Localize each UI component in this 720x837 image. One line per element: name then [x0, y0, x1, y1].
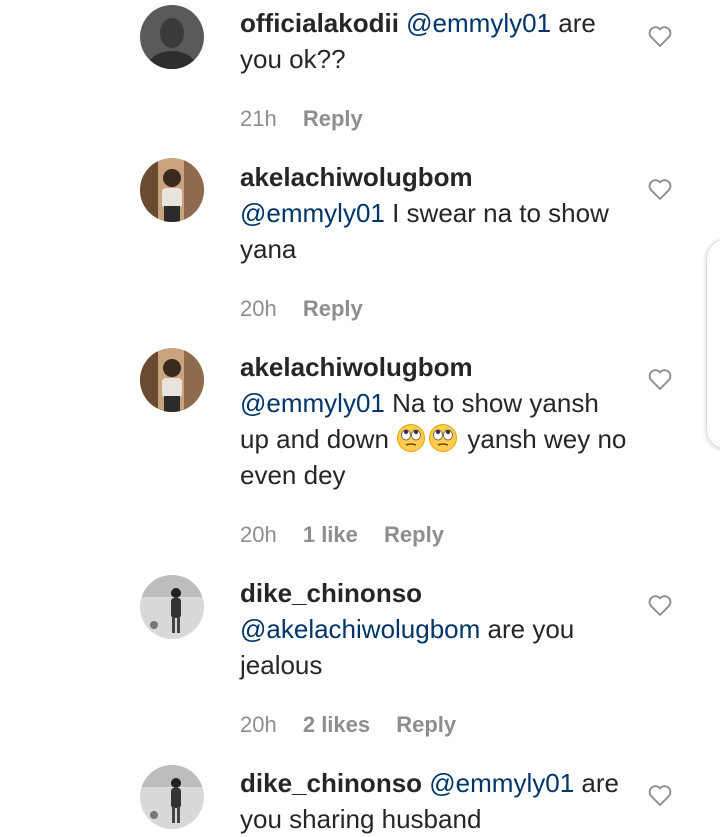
comment-text: akelachiwolugbom @emmyly01 I swear na to…: [240, 159, 630, 267]
reply-button[interactable]: Reply: [303, 106, 363, 131]
comment-mention[interactable]: @emmyly01: [240, 388, 385, 418]
comment-username[interactable]: dike_chinonso: [240, 768, 422, 798]
comment-mention[interactable]: @emmyly01: [240, 198, 385, 228]
avatar[interactable]: [140, 575, 204, 639]
heart-outline-icon[interactable]: [646, 365, 674, 393]
comment-time: 20h: [240, 522, 277, 547]
likes-count[interactable]: 1 like: [303, 522, 358, 547]
comment-mention[interactable]: @emmyly01: [406, 8, 551, 38]
reply-button[interactable]: Reply: [396, 712, 456, 737]
comment-text: dike_chinonso @akelachiwolugbom are you …: [240, 575, 630, 683]
comment-time: 21h: [240, 106, 277, 131]
edge-side-panel[interactable]: [706, 238, 720, 450]
heart-outline-icon[interactable]: [646, 175, 674, 203]
comment-meta: 20h 1 like Reply: [240, 522, 464, 548]
avatar[interactable]: [140, 5, 204, 69]
comment-meta: 20h 2 likes Reply: [240, 712, 476, 738]
avatar[interactable]: [140, 765, 204, 829]
comment-text: dike_chinonso @emmyly01 are you sharing …: [240, 765, 630, 837]
comment-time: 20h: [240, 296, 277, 321]
comment-username[interactable]: akelachiwolugbom: [240, 162, 473, 192]
comment-meta: 21h Reply: [240, 106, 383, 132]
heart-outline-icon[interactable]: [646, 591, 674, 619]
comment-username[interactable]: officialakodii: [240, 8, 399, 38]
comment-mention[interactable]: @akelachiwolugbom: [240, 614, 480, 644]
comment-meta: 20h Reply: [240, 296, 383, 322]
reply-button[interactable]: Reply: [384, 522, 444, 547]
comment-mention[interactable]: @emmyly01: [429, 768, 574, 798]
heart-outline-icon[interactable]: [646, 781, 674, 809]
comment-text: akelachiwolugbom @emmyly01 Na to show ya…: [240, 349, 630, 493]
face-with-rolling-eyes-icon: [397, 424, 426, 452]
likes-count[interactable]: 2 likes: [303, 712, 370, 737]
heart-outline-icon[interactable]: [646, 22, 674, 50]
comment-time: 20h: [240, 712, 277, 737]
comment-text: officialakodii @emmyly01 are you ok??: [240, 5, 630, 77]
comment-username[interactable]: dike_chinonso: [240, 578, 422, 608]
reply-button[interactable]: Reply: [303, 296, 363, 321]
avatar[interactable]: [140, 348, 204, 412]
avatar[interactable]: [140, 158, 204, 222]
comment-username[interactable]: akelachiwolugbom: [240, 352, 473, 382]
face-with-rolling-eyes-icon: [429, 424, 458, 452]
